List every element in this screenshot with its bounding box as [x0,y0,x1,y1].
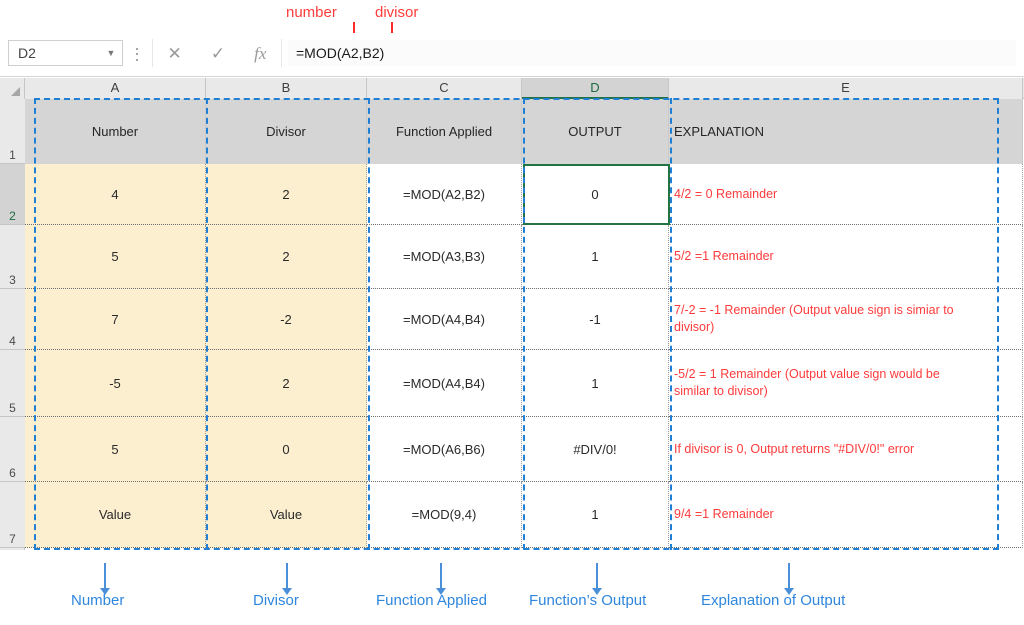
bottom-label-number: Number [71,592,125,609]
cell-d6[interactable]: #DIV/0! [522,417,669,482]
bottom-arrow-number-icon [100,563,110,595]
column-headers: A B C D E [0,78,1024,99]
row-header-5[interactable]: 5 [0,350,25,417]
formula-input[interactable]: =MOD(A2,B2) [288,40,1016,66]
cell-e5-line-1: -5/2 = 1 Remainder (Output value sign wo… [674,367,940,382]
cell-d7[interactable]: 1 [522,482,669,548]
cell-b4[interactable]: -2 [206,289,367,350]
cell-d1[interactable]: OUTPUT [522,99,669,164]
name-box-value: D2 [18,45,36,61]
bottom-label-function-output: Function’s Output [529,592,647,609]
row-header-3[interactable]: 3 [0,225,25,289]
table-row-header: Number Divisor Function Applied OUTPUT E… [25,99,1024,164]
enter-icon[interactable]: ✓ [211,45,225,62]
cell-c7[interactable]: =MOD(9,4) [367,482,522,548]
table-row: 7 -2 =MOD(A4,B4) -1 7/-2 = -1 Remainder … [25,289,1024,350]
cell-b3[interactable]: 2 [206,225,367,289]
cell-a2[interactable]: 4 [25,164,206,225]
cell-e5[interactable]: -5/2 = 1 Remainder (Output value sign wo… [669,350,1023,417]
cell-c3[interactable]: =MOD(A3,B3) [367,225,522,289]
sheet-cells: Number Divisor Function Applied OUTPUT E… [25,99,1024,550]
table-row: -5 2 =MOD(A4,B4) 1 -5/2 = 1 Remainder (O… [25,350,1024,417]
name-box[interactable]: D2 ▼ [8,40,123,66]
cell-e4[interactable]: 7/-2 = -1 Remainder (Output value sign i… [669,289,1023,350]
cell-e3-line-1: 5/2 =1 Remainder [674,249,774,264]
excel-screenshot: number divisor Syntax D2 ▼ ✕ ✓ fx =MOD(A… [0,0,1024,625]
cell-b6[interactable]: 0 [206,417,367,482]
spreadsheet-grid: A B C D E 1 2 3 4 5 6 7 Number Divisor F… [0,78,1024,550]
cell-d3[interactable]: 1 [522,225,669,289]
chevron-down-icon[interactable]: ▼ [100,48,122,58]
cell-e7[interactable]: 9/4 =1 Remainder [669,482,1023,548]
cell-b1[interactable]: Divisor [206,99,367,164]
table-row: 5 0 =MOD(A6,B6) #DIV/0! If divisor is 0,… [25,417,1024,482]
bottom-arrow-function-applied-icon [436,563,446,595]
cell-e7-line-1: 9/4 =1 Remainder [674,507,774,522]
cell-e2[interactable]: 4/2 = 0 Remainder [669,164,1023,225]
cell-a4[interactable]: 7 [25,289,206,350]
cell-d5[interactable]: 1 [522,350,669,417]
row-header-4[interactable]: 4 [0,289,25,350]
cell-a6[interactable]: 5 [25,417,206,482]
column-header-d[interactable]: D [522,78,669,99]
cell-a1[interactable]: Number [25,99,206,164]
row-header-2[interactable]: 2 [0,164,25,225]
cell-c2[interactable]: =MOD(A2,B2) [367,164,522,225]
cell-a5[interactable]: -5 [25,350,206,417]
cell-e4-line-1: 7/-2 = -1 Remainder (Output value sign i… [674,303,954,318]
column-header-b[interactable]: B [206,78,367,99]
table-row: 5 2 =MOD(A3,B3) 1 5/2 =1 Remainder [25,225,1024,289]
cell-a7[interactable]: Value [25,482,206,548]
cell-e4-line-2: divisor) [674,320,715,334]
cell-c1[interactable]: Function Applied [367,99,522,164]
bottom-label-explanation: Explanation of Output [701,592,846,609]
row-header-6[interactable]: 6 [0,417,25,482]
insert-function-icon[interactable]: fx [254,45,266,62]
cell-a3[interactable]: 5 [25,225,206,289]
row-header-7[interactable]: 7 [0,482,25,548]
cell-e6-line-1: If divisor is 0, Output returns "#DIV/0!… [674,441,915,456]
formula-bar-buttons: ✕ ✓ fx [152,39,282,67]
cell-c4[interactable]: =MOD(A4,B4) [367,289,522,350]
table-row: Value Value =MOD(9,4) 1 9/4 =1 Remainder [25,482,1024,548]
column-header-a[interactable]: A [25,78,206,99]
more-options-icon[interactable] [133,44,141,64]
cell-e5-line-2: similar to divisor) [674,384,768,398]
bottom-arrow-explanation-icon [784,563,794,595]
cell-e2-line-1: 4/2 = 0 Remainder [674,186,778,201]
formula-bar: D2 ▼ ✕ ✓ fx =MOD(A2,B2) [0,33,1024,77]
cell-e3[interactable]: 5/2 =1 Remainder [669,225,1023,289]
annotation-number-label: number [286,4,337,21]
annotation-divisor-label: divisor [375,4,419,21]
cell-e6[interactable]: If divisor is 0, Output returns "#DIV/0!… [669,417,1023,482]
column-header-e[interactable]: E [669,78,1023,99]
bottom-label-function-applied: Function Applied [376,592,487,609]
bottom-label-divisor: Divisor [253,592,299,609]
select-all-corner[interactable] [0,78,25,99]
cell-c5[interactable]: =MOD(A4,B4) [367,350,522,417]
cell-e1[interactable]: EXPLANATION [669,99,1023,164]
cell-c6[interactable]: =MOD(A6,B6) [367,417,522,482]
cell-b7[interactable]: Value [206,482,367,548]
cell-b2[interactable]: 2 [206,164,367,225]
bottom-arrow-function-output-icon [592,563,602,595]
table-row: 4 2 =MOD(A2,B2) 0 4/2 = 0 Remainder [25,164,1024,225]
cell-d2[interactable]: 0 [522,164,669,225]
cancel-icon[interactable]: ✕ [168,45,182,62]
row-header-1[interactable]: 1 [0,99,25,164]
cell-b5[interactable]: 2 [206,350,367,417]
column-header-c[interactable]: C [367,78,522,99]
row-headers: 1 2 3 4 5 6 7 [0,99,25,550]
cell-d4[interactable]: -1 [522,289,669,350]
bottom-arrow-divisor-icon [282,563,292,595]
